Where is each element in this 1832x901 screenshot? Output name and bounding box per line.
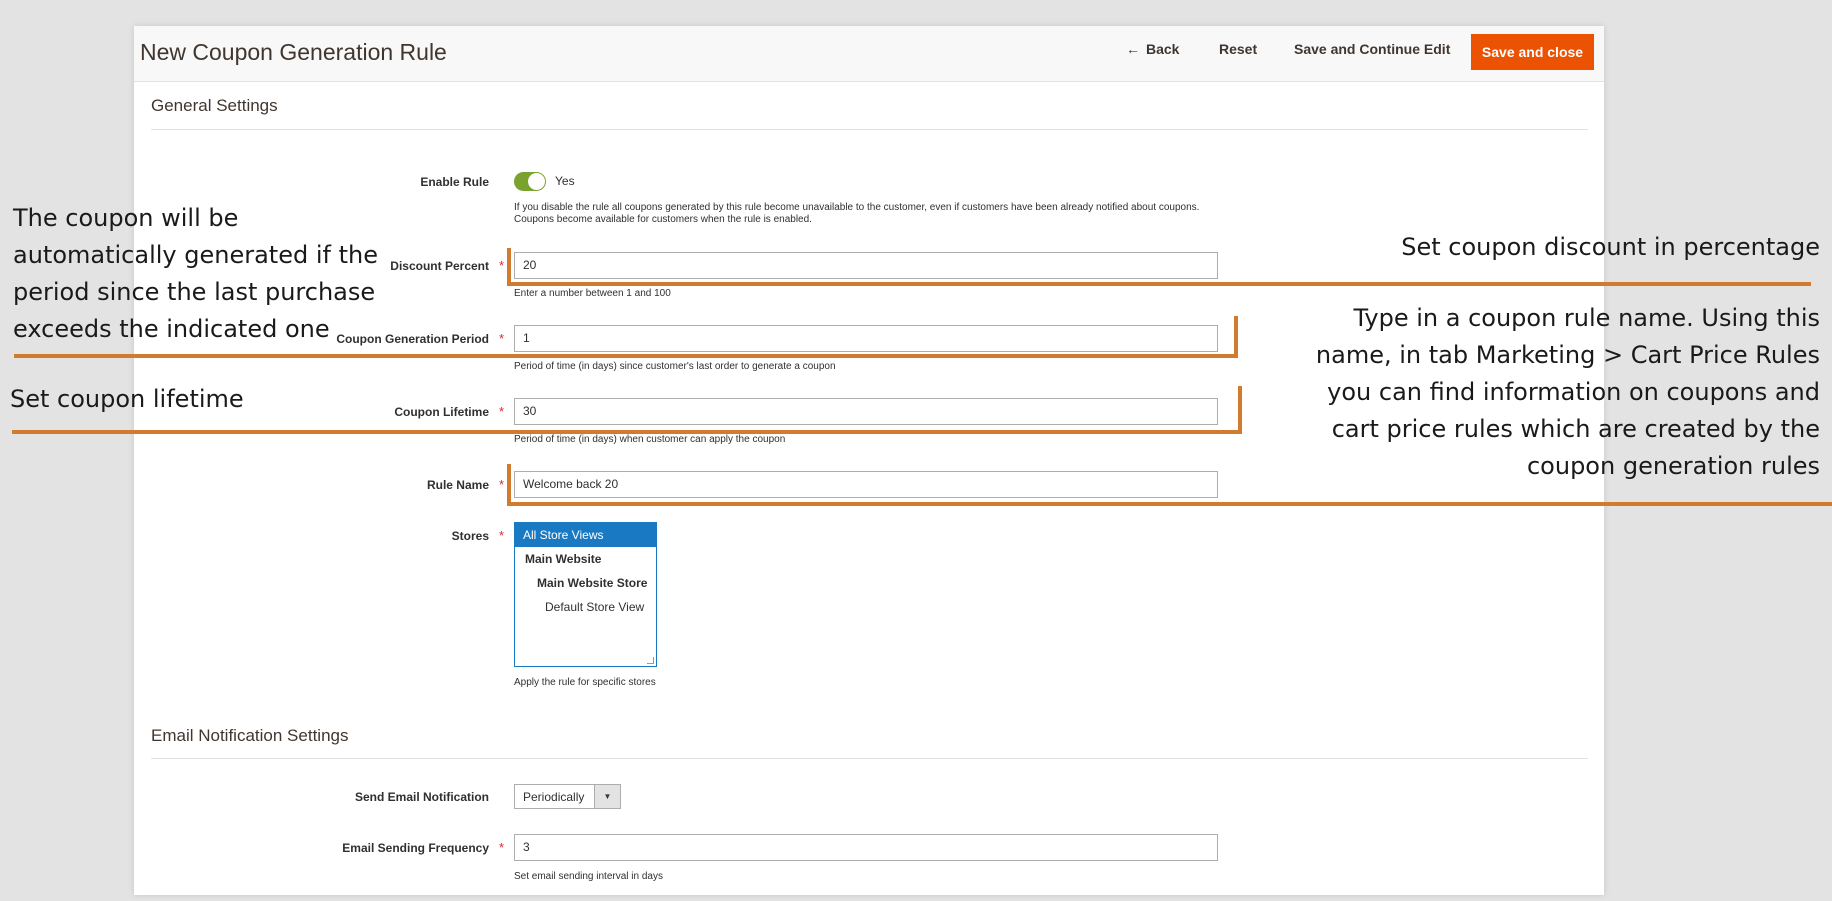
annotation-line: [507, 248, 511, 286]
generation-period-note: Period of time (in days) since customer'…: [514, 361, 836, 372]
asterisk-icon: *: [499, 331, 505, 346]
annotation-line: [1238, 386, 1242, 434]
store-option-default-view[interactable]: Default Store View: [515, 595, 656, 619]
store-option-all[interactable]: All Store Views: [515, 523, 656, 547]
back-button[interactable]: ← Back: [1126, 41, 1179, 57]
back-label: Back: [1146, 41, 1180, 57]
discount-percent-note: Enter a number between 1 and 100: [514, 288, 671, 299]
annotation-period: The coupon will be automatically generat…: [13, 204, 378, 343]
generation-period-input[interactable]: 1: [514, 325, 1218, 352]
section-divider: [151, 129, 1588, 130]
coupon-lifetime-note: Period of time (in days) when customer c…: [514, 434, 786, 445]
email-frequency-note: Set email sending interval in days: [514, 871, 663, 882]
annotation-lifetime: Set coupon lifetime: [10, 385, 244, 413]
asterisk-icon: *: [499, 528, 505, 543]
annotation-line: [507, 464, 511, 506]
store-option-main-store[interactable]: Main Website Store: [515, 571, 656, 595]
section-divider: [151, 758, 1588, 759]
asterisk-icon: *: [499, 258, 505, 273]
reset-button[interactable]: Reset: [1219, 41, 1257, 57]
store-option-main-website[interactable]: Main Website: [515, 547, 656, 571]
email-settings-title: Email Notification Settings: [151, 726, 349, 745]
email-frequency-input[interactable]: 3: [514, 834, 1218, 861]
asterisk-icon: *: [499, 840, 505, 855]
page-header: New Coupon Generation Rule ← Back Reset S…: [134, 26, 1604, 82]
annotation-rule-name: Type in a coupon rule name. Using this n…: [1315, 304, 1820, 480]
discount-percent-input[interactable]: 20: [514, 252, 1218, 279]
arrow-left-icon: ←: [1126, 41, 1140, 57]
enable-rule-toggle[interactable]: [514, 172, 546, 191]
save-continue-button[interactable]: Save and Continue Edit: [1294, 41, 1450, 57]
stores-multiselect[interactable]: All Store Views Main Website Main Websit…: [514, 522, 657, 667]
enable-rule-label: Enable Rule: [420, 175, 489, 189]
asterisk-icon: *: [499, 404, 505, 419]
enable-rule-note: If you disable the rule all coupons gene…: [514, 202, 1200, 225]
asterisk-icon: *: [499, 477, 505, 492]
annotation-line: [12, 430, 1242, 434]
page-title: New Coupon Generation Rule: [140, 39, 447, 65]
coupon-lifetime-label: Coupon Lifetime: [394, 405, 489, 419]
rule-name-input[interactable]: Welcome back 20: [514, 471, 1218, 498]
annotation-line: [1234, 316, 1238, 358]
general-settings-title: General Settings: [151, 96, 278, 115]
annotation-line: [507, 282, 1811, 286]
annotation-line: [507, 502, 1832, 506]
resize-handle-icon[interactable]: [647, 657, 654, 664]
annotation-line: [14, 354, 1238, 358]
rule-name-label: Rule Name: [426, 478, 489, 492]
send-email-select[interactable]: Periodically ▼: [514, 784, 621, 809]
stores-note: Apply the rule for specific stores: [514, 677, 656, 688]
toggle-knob: [528, 173, 545, 190]
annotation-discount: Set coupon discount in percentage: [1401, 233, 1820, 261]
coupon-lifetime-input[interactable]: 30: [514, 398, 1218, 425]
enable-rule-value: Yes: [555, 174, 575, 188]
caret-down-icon: ▼: [594, 785, 620, 808]
send-email-value: Periodically: [523, 790, 585, 804]
send-email-label: Send Email Notification: [354, 790, 489, 804]
email-frequency-label: Email Sending Frequency: [342, 841, 489, 855]
save-close-button[interactable]: Save and close: [1471, 34, 1594, 70]
stores-label: Stores: [451, 529, 489, 543]
